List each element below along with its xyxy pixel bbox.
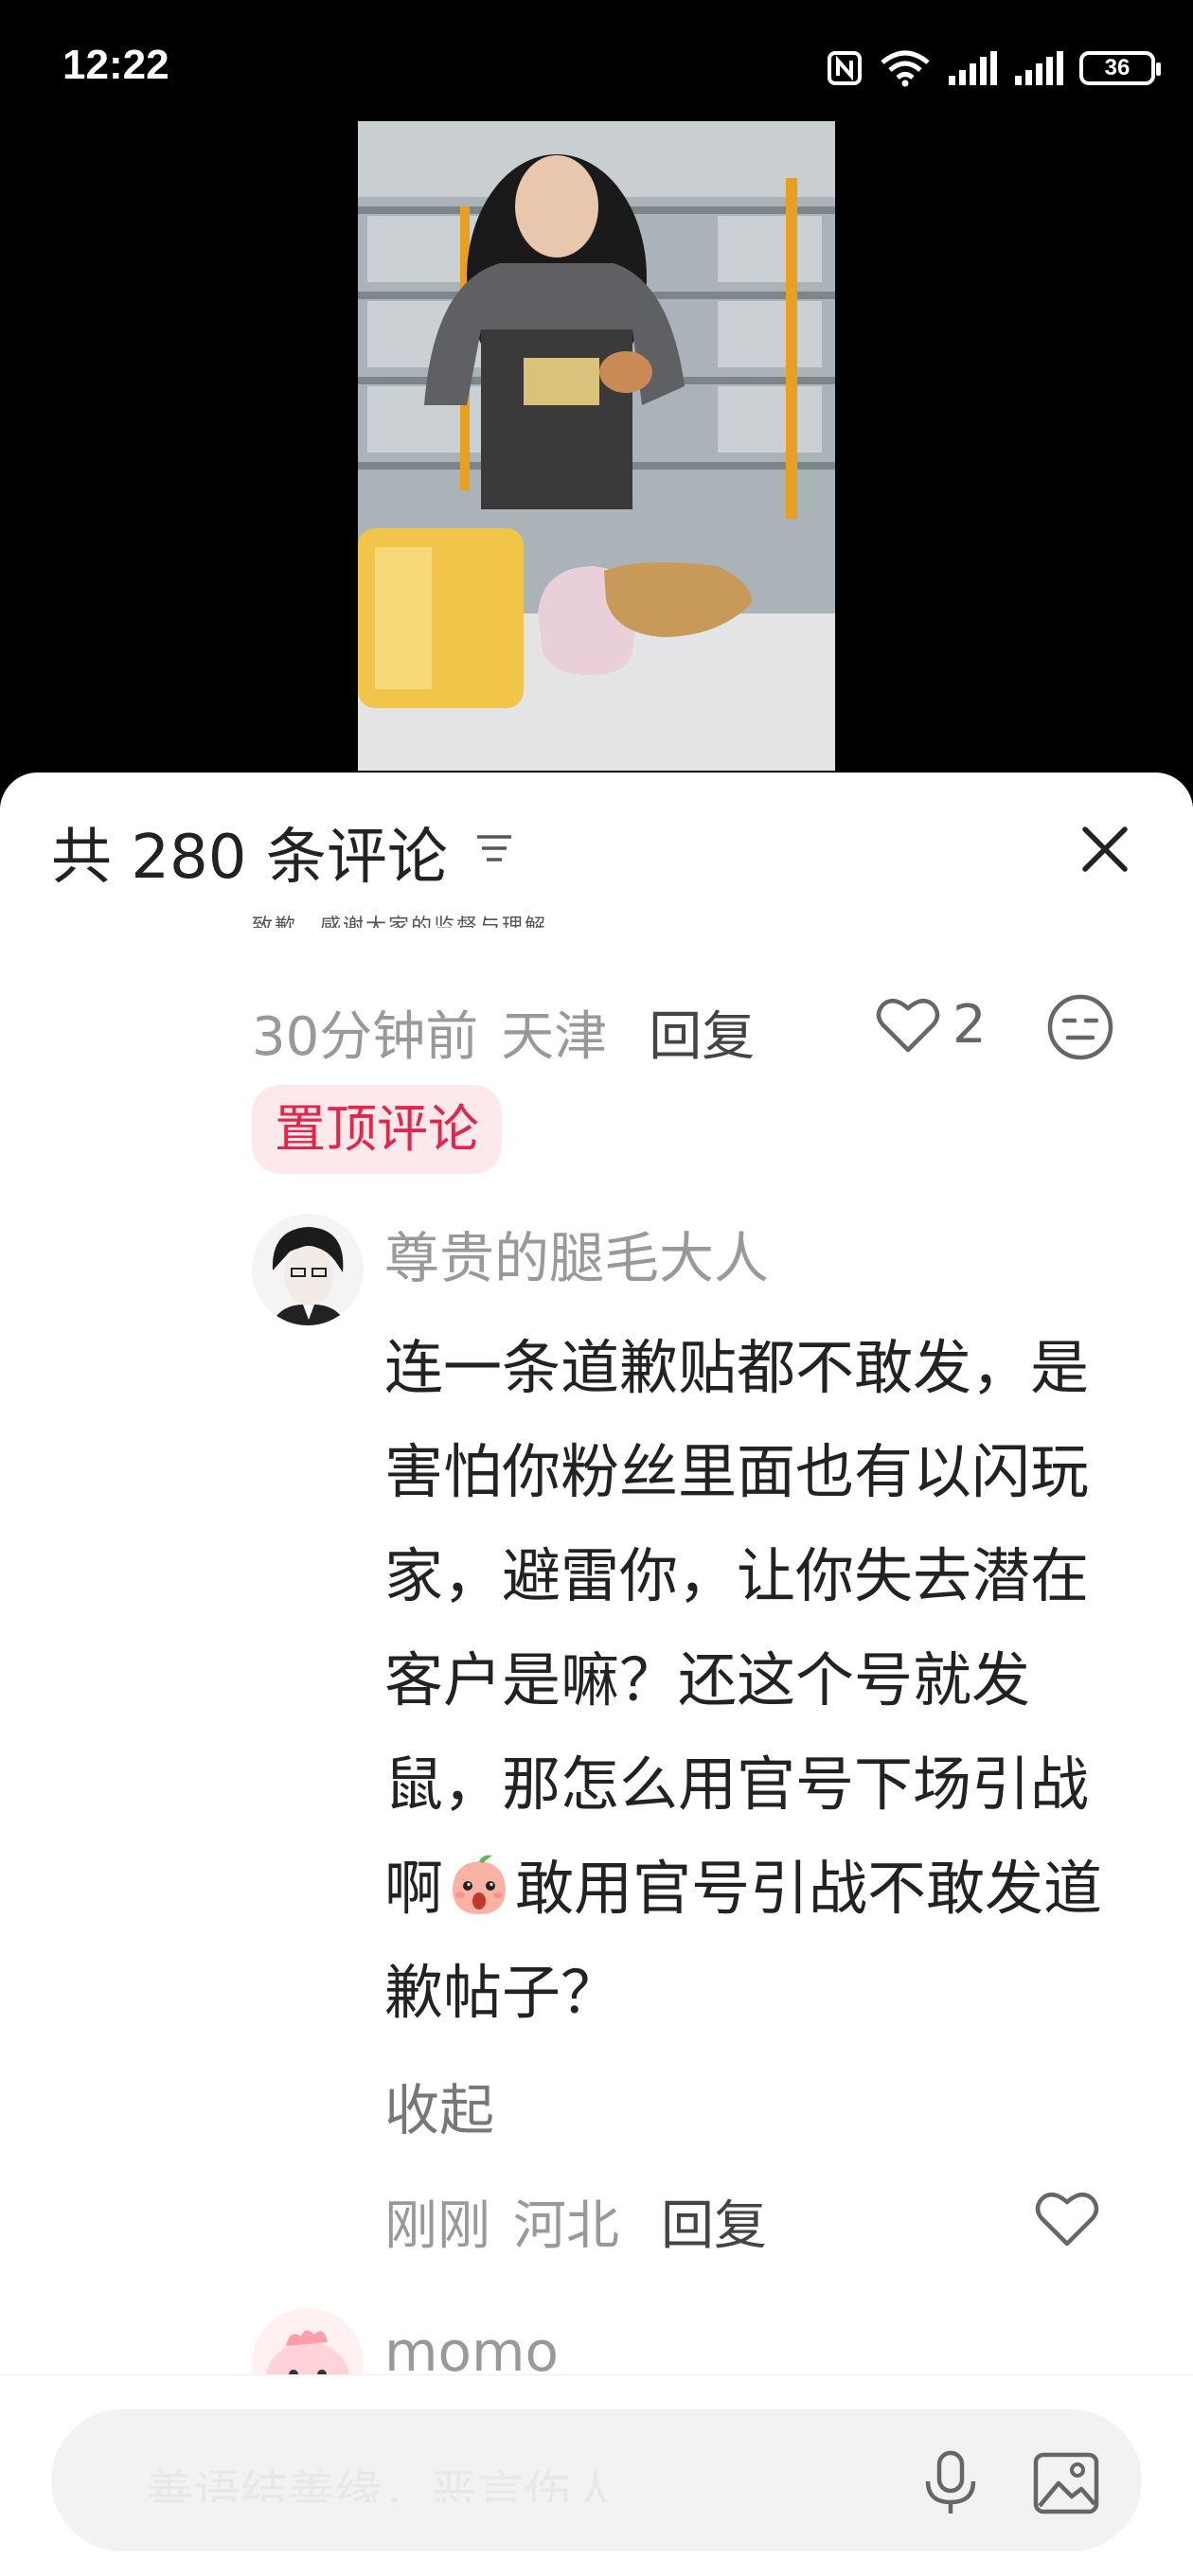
- pinned-comment-badge: 置顶评论: [252, 1085, 502, 1174]
- comment-username[interactable]: 尊贵的腿毛大人: [384, 1214, 769, 1293]
- status-bar: 12:22 36: [0, 0, 1193, 133]
- image-picker-icon[interactable]: [1032, 2451, 1100, 2515]
- wifi-icon: [881, 50, 930, 87]
- signal-icon-1: [949, 51, 997, 85]
- comment-location: 河北: [513, 2195, 619, 2257]
- comment-text-part-1: 连一条道歉贴都不敢发，是害怕你粉丝里面也有以闪玩家，避雷你，让你失去潜在客户是嘛…: [384, 1333, 1090, 1923]
- video-frame-image: [358, 121, 835, 771]
- microphone-icon[interactable]: [920, 2449, 981, 2517]
- pinned-like-button[interactable]: 2: [875, 994, 987, 1056]
- sort-filter-icon[interactable]: [473, 827, 515, 869]
- user-avatar-image: [252, 1214, 364, 1325]
- like-heart-icon[interactable]: [1034, 2189, 1100, 2249]
- signal-icon-2: [1015, 51, 1063, 85]
- heart-icon: [876, 998, 940, 1052]
- comments-sheet: 共 280 条评论 致歉。感谢大家的监督与理解。 30分钟前 天津 回复 2 置…: [0, 773, 1193, 2575]
- shocked-peach-emoji-icon: [453, 1855, 507, 1914]
- pinned-comment-time: 30分钟前: [252, 1006, 479, 1068]
- comment-meta: 刚刚 河北 回复: [384, 2183, 767, 2260]
- avatar[interactable]: [252, 1214, 364, 1325]
- status-time: 12:22: [62, 42, 169, 88]
- comments-header: 共 280 条评论: [0, 773, 1193, 915]
- pinned-like-count: 2: [953, 994, 987, 1056]
- battery-icon: 36: [1079, 51, 1161, 85]
- comment-input-bar: 善语结善缘，恶言伤人心: [0, 2374, 1193, 2576]
- nfc-icon: [828, 51, 862, 85]
- collapse-button[interactable]: 收起: [384, 2066, 494, 2145]
- reply-button[interactable]: 回复: [661, 2183, 767, 2260]
- pinned-reply-button[interactable]: 回复: [649, 994, 755, 1071]
- pinned-comment-meta: 30分钟前 天津 回复: [252, 994, 755, 1071]
- comment-text: 连一条道歉贴都不敢发，是害怕你粉丝里面也有以闪玩家，避雷你，让你失去潜在客户是嘛…: [384, 1316, 1142, 2045]
- status-icons: 36: [826, 44, 1161, 93]
- close-icon[interactable]: [1072, 816, 1138, 882]
- comment-input-placeholder: 善语结善缘，恶言伤人心: [146, 2465, 619, 2502]
- comment-time: 刚刚: [384, 2195, 490, 2257]
- reaction-emoji-icon[interactable]: [1045, 992, 1115, 1062]
- comment-count-title: 共 280 条评论: [51, 823, 448, 893]
- comment-input[interactable]: 善语结善缘，恶言伤人心: [51, 2409, 1142, 2551]
- video-preview[interactable]: [358, 121, 835, 771]
- pinned-comment-location: 天津: [501, 1006, 608, 1068]
